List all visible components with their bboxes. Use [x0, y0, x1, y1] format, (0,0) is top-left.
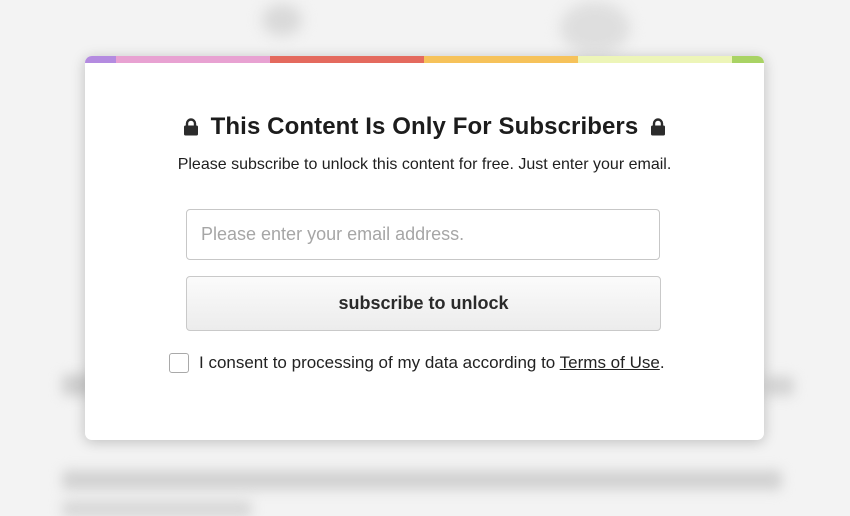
consent-checkbox[interactable]: [169, 353, 189, 373]
subscribe-modal: This Content Is Only For Subscribers Ple…: [85, 56, 764, 440]
stripe-segment: [85, 56, 116, 63]
background-text-line: [62, 470, 782, 490]
consent-text-before: I consent to processing of my data accor…: [199, 353, 560, 372]
background-icon-left: [262, 4, 302, 36]
subscribe-button[interactable]: subscribe to unlock: [186, 276, 661, 331]
terms-of-use-link[interactable]: Terms of Use: [560, 353, 660, 372]
stripe-segment: [578, 56, 732, 63]
consent-text-after: .: [659, 353, 665, 372]
background-text-line: [62, 500, 252, 516]
title-row: This Content Is Only For Subscribers: [85, 113, 764, 141]
stripe-segment: [116, 56, 270, 63]
modal-subtitle: Please subscribe to unlock this content …: [177, 156, 672, 173]
lock-icon: [183, 118, 198, 136]
email-input[interactable]: [186, 209, 660, 260]
modal-title: This Content Is Only For Subscribers: [210, 113, 639, 140]
consent-row: I consent to processing of my data accor…: [169, 353, 665, 373]
background-text-line: [764, 376, 794, 396]
stripe-segment: [424, 56, 578, 63]
stripe-segment: [732, 56, 764, 63]
background-icon-right: [560, 2, 630, 54]
lock-icon: [651, 118, 666, 136]
color-stripe: [85, 56, 764, 63]
stripe-segment: [270, 56, 424, 63]
consent-text: I consent to processing of my data accor…: [199, 353, 665, 373]
